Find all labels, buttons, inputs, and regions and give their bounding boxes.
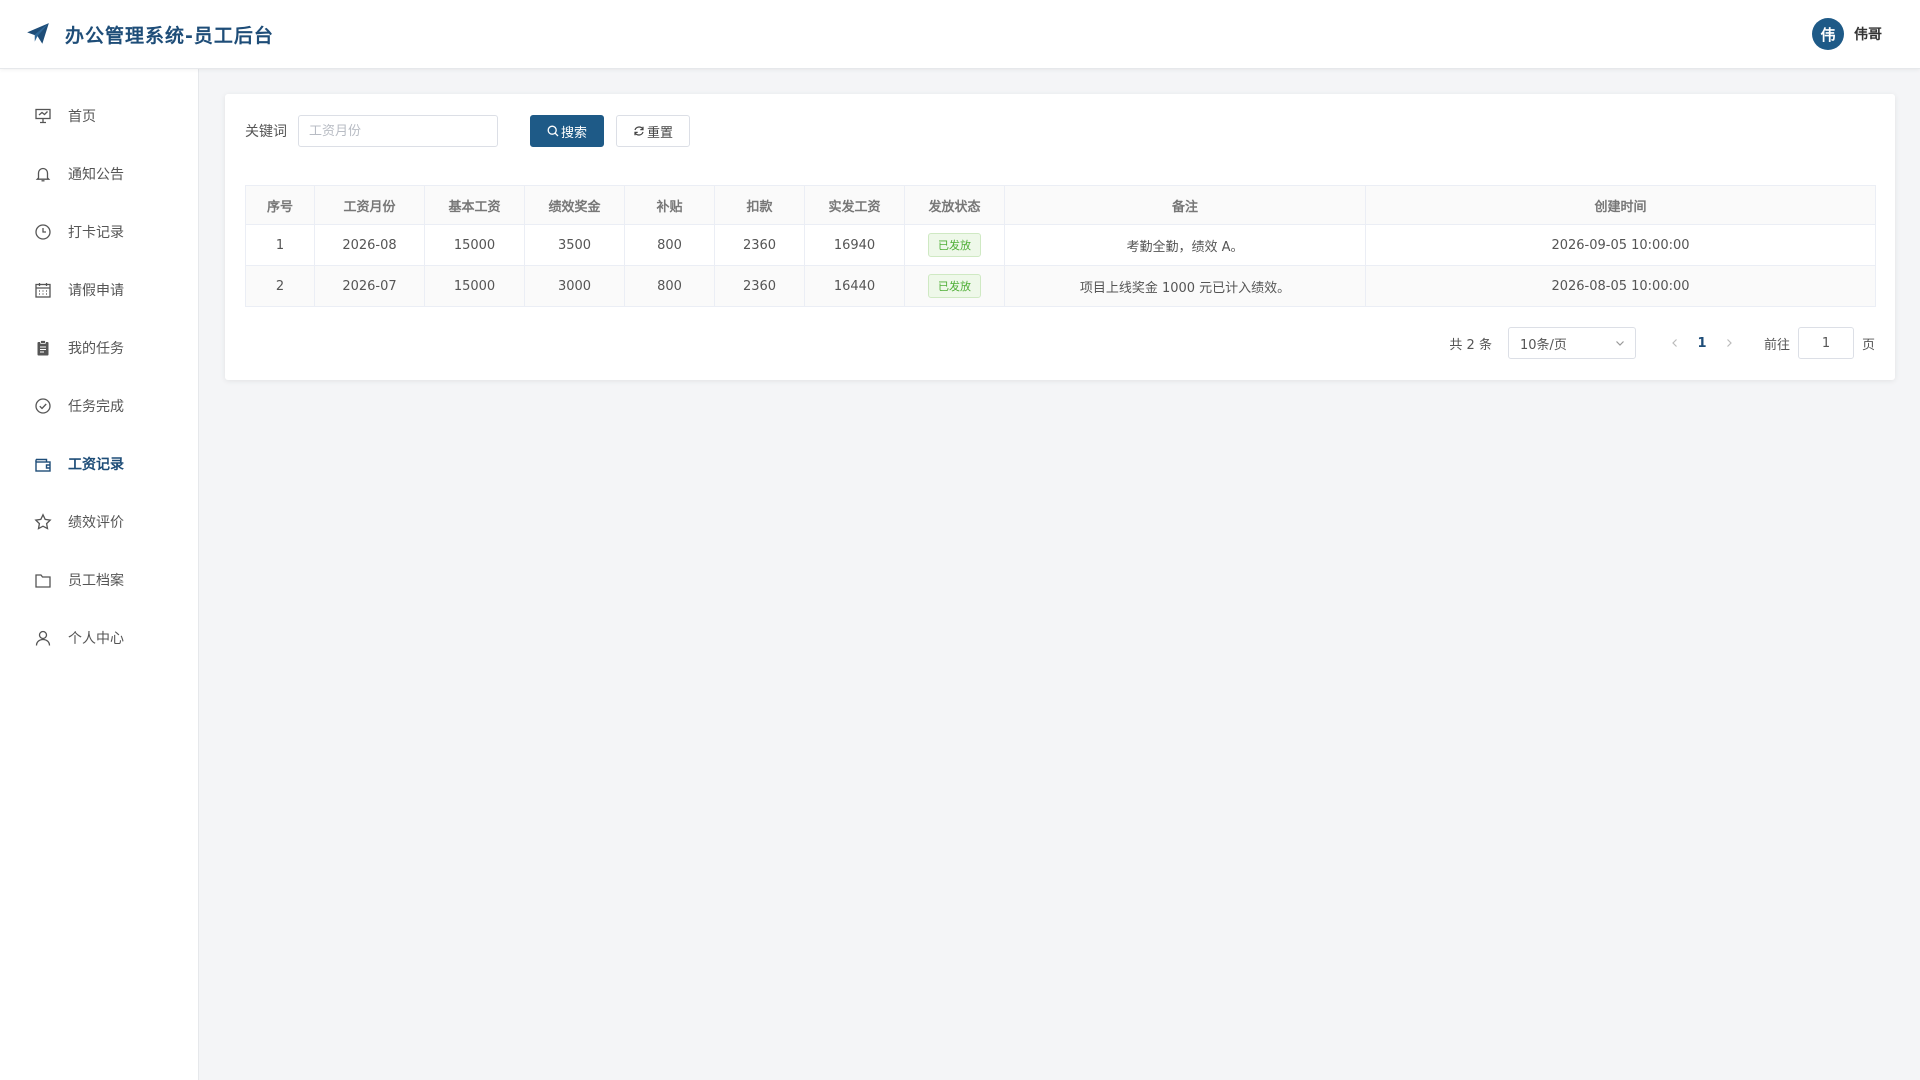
salary-records-card: 关键词 搜索 重置 序号 工资月份 基本工资 绩效奖 [225, 94, 1895, 380]
top-header: 办公管理系统-员工后台 伟 伟哥 [0, 0, 1920, 69]
user-icon [35, 630, 51, 646]
chevron-right-icon [1727, 339, 1732, 347]
column-header: 发放状态 [904, 185, 1005, 225]
page-suffix-label: 页 [1861, 337, 1875, 353]
table-cell: 2 [245, 265, 315, 307]
search-icon [547, 125, 559, 137]
salary-table: 序号 工资月份 基本工资 绩效奖金 补贴 扣款 实发工资 发放状态 备注 创建时… [245, 185, 1876, 307]
total-count: 共 2 条 [1449, 337, 1492, 353]
table-cell: 已发放 [904, 265, 1005, 307]
table-cell: 2026-08 [314, 224, 425, 266]
folder-icon [35, 574, 51, 588]
table-cell: 15000 [424, 224, 525, 266]
page-size-select[interactable]: 10条/页 [1507, 327, 1636, 359]
sidebar-item-label: 工资记录 [68, 457, 124, 473]
sidebar-item-label: 打卡记录 [68, 225, 124, 241]
column-header: 序号 [245, 185, 315, 225]
search-bar: 关键词 搜索 重置 [245, 115, 690, 147]
star-icon [34, 513, 52, 530]
table-cell: 考勤全勤，绩效 A。 [1004, 224, 1366, 266]
user-menu[interactable]: 伟 伟哥 [1812, 18, 1882, 50]
table-row: 2 2026-07 15000 3000 800 2360 16440 已发放 … [245, 265, 1876, 307]
table-cell: 已发放 [904, 224, 1005, 266]
search-button-label: 搜索 [560, 125, 587, 141]
clock-icon [35, 224, 51, 240]
column-header: 创建时间 [1365, 185, 1876, 225]
sidebar-item-salary[interactable]: 工资记录 [0, 435, 198, 493]
table-cell: 2360 [714, 224, 805, 266]
sidebar-item-label: 绩效评价 [68, 515, 124, 531]
search-button[interactable]: 搜索 [530, 115, 604, 147]
sidebar-item-attendance[interactable]: 打卡记录 [0, 203, 198, 261]
table-cell: 1 [245, 224, 315, 266]
refresh-icon [634, 126, 644, 136]
app-title: 办公管理系统-员工后台 [65, 24, 274, 47]
table-row: 1 2026-08 15000 3500 800 2360 16940 已发放 … [245, 224, 1876, 266]
table-cell: 16940 [804, 224, 905, 266]
pagination: 共 2 条 10条/页 1 前往 页 [1449, 327, 1875, 359]
page-jump-input[interactable] [1797, 327, 1854, 359]
keyword-label: 关键词 [245, 124, 287, 140]
sidebar-item-performance[interactable]: 绩效评价 [0, 493, 198, 551]
column-header: 工资月份 [314, 185, 425, 225]
avatar[interactable]: 伟 [1812, 18, 1844, 50]
chevron-left-icon [1672, 339, 1677, 347]
sidebar: 首页 通知公告 打卡记录 请假申请 我的任务 任务完成 工资记录 绩效评价 员工… [0, 69, 199, 1080]
brand[interactable]: 办公管理系统-员工后台 [25, 21, 274, 48]
sidebar-item-label: 任务完成 [68, 399, 124, 415]
sidebar-item-leave[interactable]: 请假申请 [0, 261, 198, 319]
goto-label: 前往 [1763, 337, 1790, 353]
table-cell: 800 [624, 265, 715, 307]
table-cell: 16440 [804, 265, 905, 307]
sidebar-item-label: 通知公告 [68, 167, 124, 183]
sidebar-item-task-complete[interactable]: 任务完成 [0, 377, 198, 435]
sidebar-item-archive[interactable]: 员工档案 [0, 551, 198, 609]
column-header: 补贴 [624, 185, 715, 225]
sidebar-item-profile[interactable]: 个人中心 [0, 609, 198, 667]
column-header: 实发工资 [804, 185, 905, 225]
reset-button[interactable]: 重置 [616, 115, 690, 147]
column-header: 扣款 [714, 185, 805, 225]
column-header: 基本工资 [424, 185, 525, 225]
page-number-current[interactable]: 1 [1690, 336, 1714, 351]
sidebar-item-label: 我的任务 [68, 341, 124, 357]
paper-plane-icon [27, 23, 49, 44]
wallet-icon [35, 458, 51, 472]
sidebar-item-label: 请假申请 [68, 283, 124, 299]
calendar-icon [35, 283, 51, 298]
prev-page-button[interactable] [1660, 338, 1690, 348]
table-header-row: 序号 工资月份 基本工资 绩效奖金 补贴 扣款 实发工资 发放状态 备注 创建时… [245, 185, 1876, 225]
sidebar-item-notices[interactable]: 通知公告 [0, 145, 198, 203]
table-cell: 800 [624, 224, 715, 266]
dashboard-icon [35, 108, 51, 124]
sidebar-item-home[interactable]: 首页 [0, 87, 198, 145]
user-name[interactable]: 伟哥 [1854, 24, 1882, 44]
status-badge: 已发放 [928, 274, 981, 298]
column-header: 备注 [1004, 185, 1366, 225]
column-header: 绩效奖金 [524, 185, 625, 225]
next-page-button[interactable] [1714, 338, 1744, 348]
table-cell: 2026-09-05 10:00:00 [1365, 224, 1876, 266]
chevron-down-icon [1616, 341, 1624, 346]
clipboard-icon [37, 340, 49, 356]
sidebar-item-label: 个人中心 [68, 631, 124, 647]
table-cell: 2026-08-05 10:00:00 [1365, 265, 1876, 307]
table-cell: 15000 [424, 265, 525, 307]
bell-icon [35, 167, 51, 182]
sidebar-item-label: 首页 [68, 109, 96, 125]
table-cell: 2026-07 [314, 265, 425, 307]
check-circle-icon [35, 398, 51, 414]
sidebar-item-tasks[interactable]: 我的任务 [0, 319, 198, 377]
table-cell: 项目上线奖金 1000 元已计入绩效。 [1004, 265, 1366, 307]
salary-month-input[interactable] [298, 115, 498, 147]
sidebar-item-label: 员工档案 [68, 573, 124, 589]
reset-button-label: 重置 [646, 125, 673, 141]
table-cell: 3500 [524, 224, 625, 266]
table-cell: 2360 [714, 265, 805, 307]
status-badge: 已发放 [928, 233, 981, 257]
table-cell: 3000 [524, 265, 625, 307]
page-size-value: 10条/页 [1519, 337, 1567, 353]
